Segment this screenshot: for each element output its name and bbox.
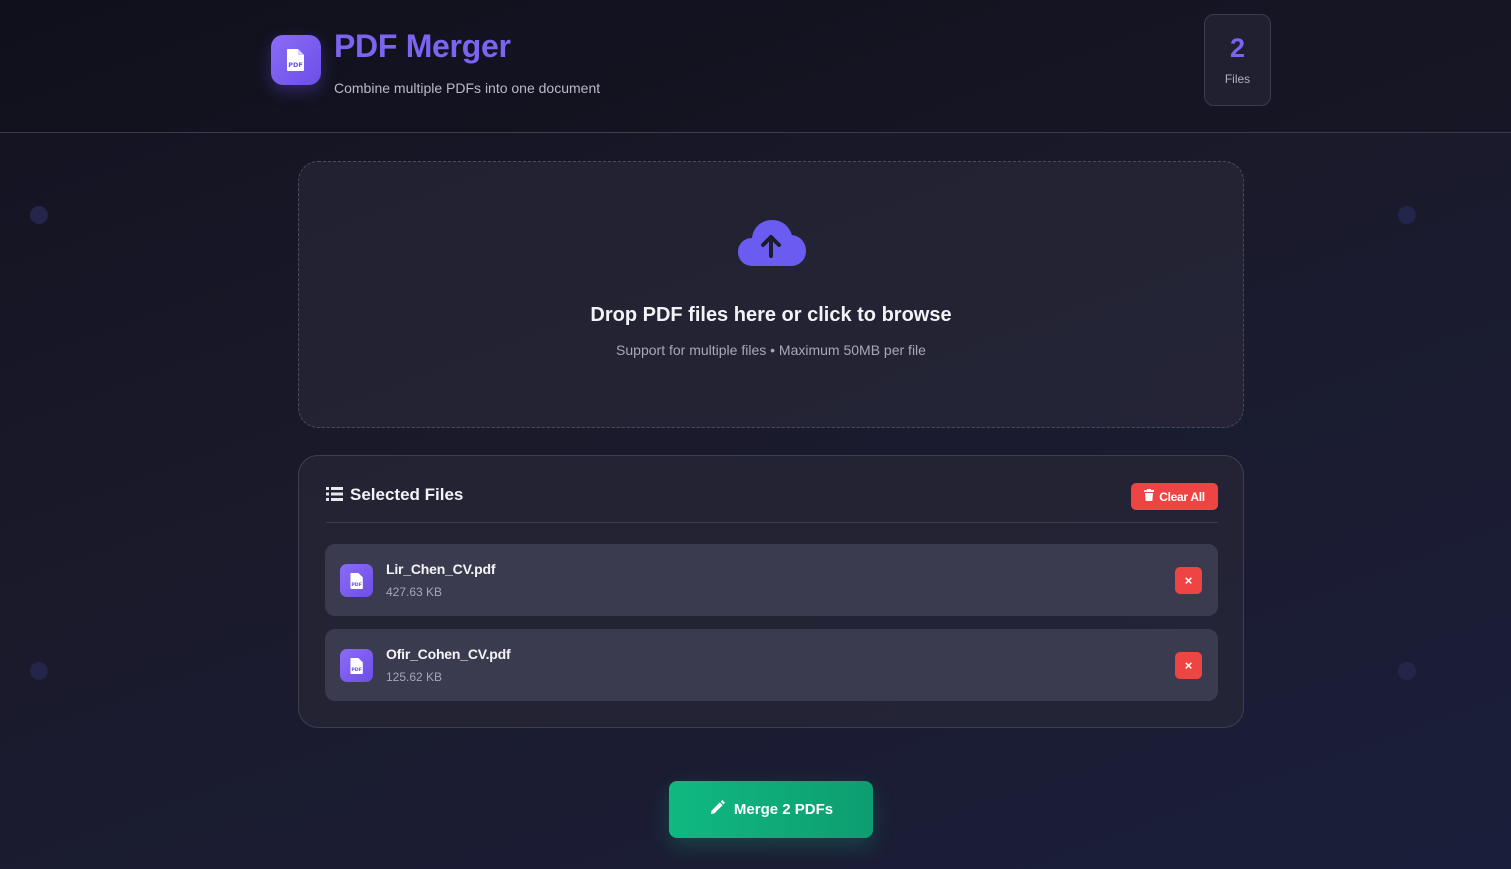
- pdf-logo-icon: PDF: [271, 35, 321, 85]
- svg-text:PDF: PDF: [351, 667, 362, 673]
- panel-header: Selected Files Clear All: [326, 483, 1218, 523]
- trash-icon: [1144, 489, 1155, 504]
- file-name: Ofir_Cohen_CV.pdf: [386, 646, 511, 662]
- app-title: PDF Merger: [334, 28, 511, 64]
- file-list-item: PDF Lir_Chen_CV.pdf 427.63 KB ×: [325, 544, 1218, 616]
- panel-title: Selected Files: [350, 485, 464, 504]
- svg-text:PDF: PDF: [288, 61, 303, 69]
- decorative-dot: [30, 662, 48, 680]
- file-name: Lir_Chen_CV.pdf: [386, 561, 496, 577]
- decorative-dot: [1398, 206, 1416, 224]
- remove-file-button[interactable]: ×: [1175, 567, 1202, 594]
- svg-text:PDF: PDF: [351, 582, 362, 588]
- app-header: PDF PDF Merger Combine multiple PDFs int…: [0, 0, 1511, 133]
- file-count-number: 2: [1229, 33, 1246, 63]
- app-subtitle: Combine multiple PDFs into one document: [334, 80, 601, 96]
- file-drop-zone[interactable]: Drop PDF files here or click to browse S…: [298, 161, 1244, 428]
- clear-all-button[interactable]: Clear All: [1131, 483, 1218, 510]
- remove-file-button[interactable]: ×: [1175, 652, 1202, 679]
- decorative-dot: [1398, 662, 1416, 680]
- list-icon: [326, 487, 343, 506]
- selected-files-panel: Selected Files Clear All PDF Lir_Chen_CV…: [298, 455, 1244, 728]
- drop-zone-subtitle: Support for multiple files • Maximum 50M…: [616, 342, 926, 358]
- pdf-file-icon: PDF: [340, 564, 373, 597]
- file-size: 427.63 KB: [386, 585, 443, 599]
- merge-pdfs-button[interactable]: Merge 2 PDFs: [669, 781, 873, 838]
- cloud-upload-icon: [737, 218, 807, 273]
- pencil-icon: [709, 799, 725, 820]
- file-size: 125.62 KB: [386, 670, 443, 684]
- clear-all-label: Clear All: [1159, 489, 1205, 504]
- pdf-file-icon: PDF: [340, 649, 373, 682]
- file-list-item: PDF Ofir_Cohen_CV.pdf 125.62 KB ×: [325, 629, 1218, 701]
- merge-button-label: Merge 2 PDFs: [733, 801, 834, 818]
- file-count-label: Files: [1224, 72, 1251, 86]
- decorative-dot: [30, 206, 48, 224]
- file-count-badge: 2 Files: [1204, 14, 1271, 106]
- drop-zone-title: Drop PDF files here or click to browse: [590, 304, 952, 326]
